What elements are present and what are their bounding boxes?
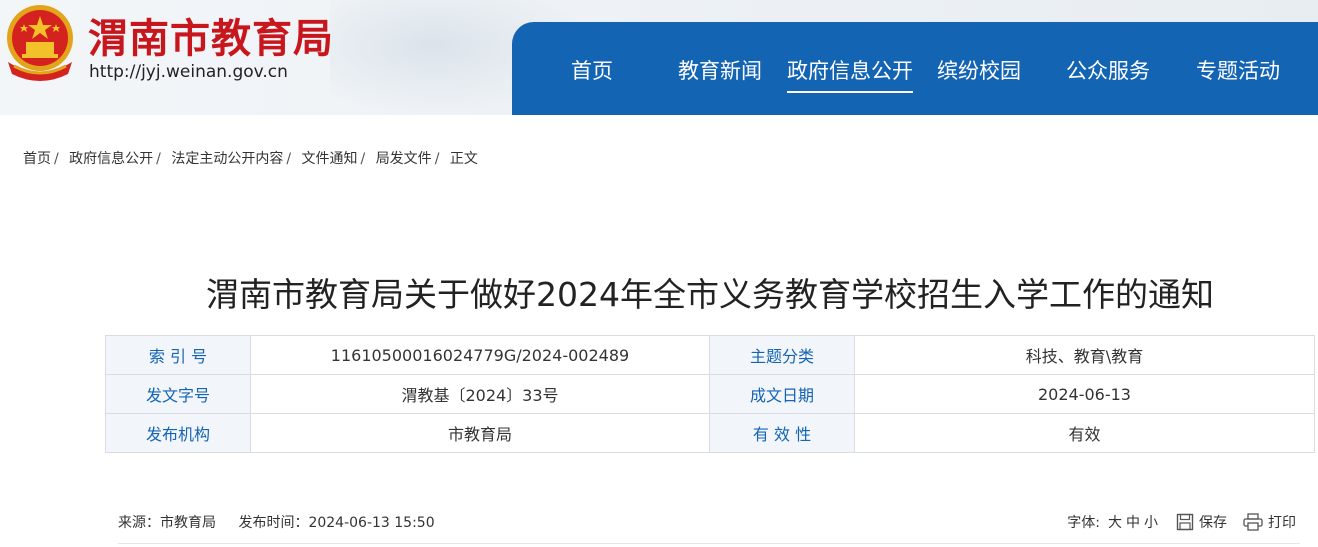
source-label: 来源：市教育局 [118, 515, 216, 531]
table-row: 发文字号 渭教基〔2024〕33号 成文日期 2024-06-13 [105, 374, 1315, 414]
save-label: 保存 [1199, 515, 1227, 531]
topic-label: 主题分类 [709, 335, 855, 375]
font-small-button[interactable]: 小 [1144, 512, 1158, 532]
topic-value: 科技、教育\教育 [854, 335, 1315, 375]
site-title: 渭南市教育局 [88, 15, 334, 62]
site-header: 渭南市教育局 http://jyj.weinan.gov.cn 首页 教育新闻 … [0, 0, 1318, 115]
publisher-value: 市教育局 [250, 413, 710, 453]
table-row: 索 引 号 11610500016024779G/2024-002489 主题分… [105, 335, 1315, 375]
save-button[interactable]: 保存 [1176, 512, 1227, 532]
main-nav: 首页 教育新闻 政府信息公开 缤纷校园 公众服务 专题活动 [512, 22, 1318, 115]
print-label: 打印 [1268, 515, 1296, 531]
content-divider [118, 543, 1300, 544]
breadcrumb: 首页 / 政府信息公开 / 法定主动公开内容 / 文件通知 / 局发文件 / 正文 [23, 148, 478, 168]
breadcrumb-separator: / [360, 151, 366, 167]
publish-time: 发布时间：2024-06-13 15:50 [238, 515, 435, 531]
printer-icon [1243, 513, 1263, 531]
nav-item-home[interactable]: 首页 [571, 55, 613, 85]
document-meta-table: 索 引 号 11610500016024779G/2024-002489 主题分… [105, 335, 1315, 453]
nav-item-public-service[interactable]: 公众服务 [1066, 55, 1150, 85]
site-url: http://jyj.weinan.gov.cn [89, 62, 288, 82]
breadcrumb-separator: / [156, 151, 161, 167]
breadcrumb-gov-info[interactable]: 政府信息公开 [69, 151, 153, 167]
nav-item-education-news[interactable]: 教育新闻 [678, 55, 762, 85]
publisher-label: 发布机构 [105, 413, 251, 453]
date-value: 2024-06-13 [854, 374, 1315, 414]
save-icon [1176, 513, 1194, 531]
doc-no-label: 发文字号 [105, 374, 251, 414]
print-button[interactable]: 打印 [1243, 512, 1296, 532]
breadcrumb-separator: / [54, 151, 59, 167]
national-emblem-icon [7, 5, 73, 81]
breadcrumb-home[interactable]: 首页 [23, 151, 51, 167]
font-large-button[interactable]: 大 [1108, 512, 1122, 532]
breadcrumb-current: 正文 [449, 151, 478, 167]
doc-no-value: 渭教基〔2024〕33号 [250, 374, 710, 414]
nav-item-special-topics[interactable]: 专题活动 [1196, 55, 1280, 85]
index-label: 索 引 号 [105, 335, 251, 375]
date-label: 成文日期 [709, 374, 855, 414]
source-line: 来源：市教育局 发布时间：2024-06-13 15:50 [118, 512, 453, 532]
table-row: 发布机构 市教育局 有 效 性 有效 [105, 413, 1315, 453]
font-medium-button[interactable]: 中 [1126, 512, 1140, 532]
index-value: 11610500016024779G/2024-002489 [250, 335, 710, 375]
validity-value: 有效 [854, 413, 1315, 453]
breadcrumb-notices[interactable]: 文件通知 [302, 151, 358, 167]
page-tools: 字体: 大 中 小 保存 打印 [1067, 512, 1296, 532]
nav-item-campus[interactable]: 缤纷校园 [937, 55, 1021, 85]
breadcrumb-statutory[interactable]: 法定主动公开内容 [171, 151, 283, 167]
font-size-label: 字体: [1067, 515, 1100, 531]
nav-item-gov-info[interactable]: 政府信息公开 [787, 55, 913, 93]
breadcrumb-bureau-docs[interactable]: 局发文件 [376, 151, 432, 167]
breadcrumb-separator: / [286, 151, 292, 167]
document-title: 渭南市教育局关于做好2024年全市义务教育学校招生入学工作的通知 [206, 275, 1214, 314]
validity-label: 有 效 性 [709, 413, 855, 453]
breadcrumb-separator: / [434, 151, 440, 167]
